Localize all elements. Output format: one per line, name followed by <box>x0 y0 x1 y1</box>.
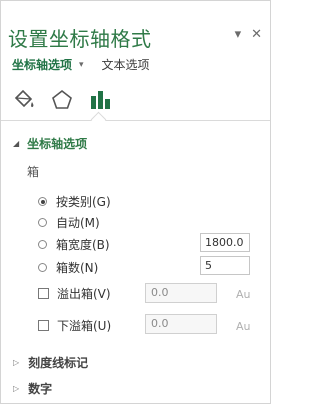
section-header-tick-marks[interactable]: ▷ 刻度线标记 <box>13 354 88 371</box>
checkbox[interactable] <box>38 320 49 331</box>
overflow-bin-checkbox-row[interactable]: 溢出箱(V) <box>38 285 111 302</box>
radio-by-category[interactable]: 按类别(G) <box>38 193 111 210</box>
axis-options-button[interactable] <box>87 87 113 113</box>
collapse-triangle-icon: ◢ <box>13 139 20 148</box>
checkbox-label: 下溢箱(U) <box>57 319 112 333</box>
close-icon[interactable]: ✕ <box>251 27 262 42</box>
radio-label: 箱宽度(B) <box>56 238 110 252</box>
chevron-down-icon[interactable]: ▾ <box>79 60 84 70</box>
title-controls: ▾ ✕ <box>235 27 262 42</box>
radio-button[interactable] <box>38 218 47 227</box>
overflow-auto-button[interactable]: Au <box>236 288 251 301</box>
effects-button[interactable] <box>49 87 75 113</box>
pane-options-dropdown-icon[interactable]: ▾ <box>235 27 242 42</box>
pentagon-icon <box>52 89 72 109</box>
tab-axis-options[interactable]: 坐标轴选项 <box>12 56 72 73</box>
underflow-auto-button[interactable]: Au <box>236 320 251 333</box>
group-label-bins: 箱 <box>27 165 40 179</box>
radio-label: 箱数(N) <box>56 261 99 275</box>
selected-indicator <box>90 111 107 128</box>
radio-button[interactable] <box>38 263 47 272</box>
radio-label: 自动(M) <box>56 216 100 230</box>
bin-width-input[interactable]: 1800.0 <box>200 233 250 252</box>
radio-button[interactable] <box>38 197 47 206</box>
number-of-bins-input[interactable]: 5 <box>200 256 250 275</box>
section-header-number[interactable]: ▷ 数字 <box>13 380 52 397</box>
category-icons <box>11 83 113 113</box>
pane-title: 设置坐标轴格式 <box>8 27 152 51</box>
radio-automatic[interactable]: 自动(M) <box>38 214 100 231</box>
checkbox-label: 溢出箱(V) <box>57 287 111 301</box>
divider <box>1 120 270 121</box>
section-title: 刻度线标记 <box>28 356 89 370</box>
section-header-axis-options[interactable]: ◢ 坐标轴选项 <box>13 135 87 152</box>
paint-bucket-icon <box>14 89 34 108</box>
fill-line-button[interactable] <box>11 87 37 113</box>
tab-text-options[interactable]: 文本选项 <box>102 56 150 73</box>
expand-triangle-icon: ▷ <box>13 384 20 393</box>
section-title: 坐标轴选项 <box>27 137 88 151</box>
format-axis-pane: 设置坐标轴格式 ▾ ✕ 坐标轴选项 ▾ 文本选项 ◢ 坐标轴选项 箱 按类别(G… <box>0 0 271 404</box>
radio-number-of-bins[interactable]: 箱数(N) <box>38 259 98 276</box>
radio-button[interactable] <box>38 240 47 249</box>
expand-triangle-icon: ▷ <box>13 358 20 367</box>
underflow-bin-checkbox-row[interactable]: 下溢箱(U) <box>38 317 111 334</box>
section-title: 数字 <box>28 382 53 396</box>
options-tabs: 坐标轴选项 ▾ 文本选项 <box>12 56 150 73</box>
underflow-bin-input[interactable]: 0.0 <box>145 314 217 334</box>
radio-label: 按类别(G) <box>56 195 111 209</box>
bar-chart-icon <box>91 91 110 109</box>
overflow-bin-input[interactable]: 0.0 <box>145 283 217 303</box>
checkbox[interactable] <box>38 288 49 299</box>
radio-bin-width[interactable]: 箱宽度(B) <box>38 236 110 253</box>
